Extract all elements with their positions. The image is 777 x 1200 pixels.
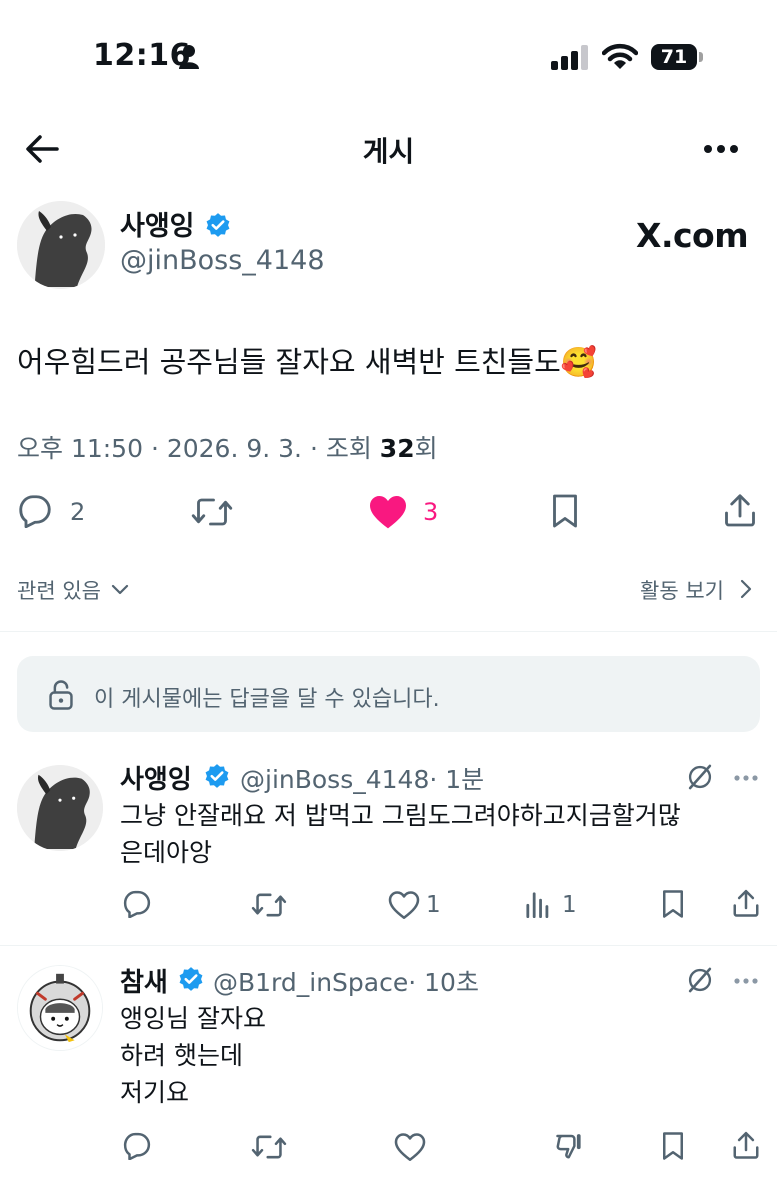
reply-avatar[interactable] xyxy=(17,965,103,1051)
lock-icon xyxy=(47,679,75,711)
reply-time: · 10초 xyxy=(408,968,479,997)
more-icon[interactable] xyxy=(703,143,739,155)
verified-icon xyxy=(204,212,232,240)
reply-text-line: 저기요 xyxy=(120,1078,190,1107)
post-timestamp: 오후 11:50 · 2026. 9. 3. · 조회 xyxy=(17,434,380,463)
reply-author-name[interactable]: 참새 xyxy=(120,962,168,999)
heart-icon[interactable] xyxy=(368,494,408,530)
reply-text: 그냥 안잘래요 저 밥먹고 그림도그려야하고지금할거많 은데아앙 xyxy=(120,797,681,871)
reply-text-line: 그냥 안잘래요 저 밥먹고 그림도그려야하고지금할거많 xyxy=(120,801,681,830)
x-com-logo: X.com xyxy=(636,216,749,255)
retweet-icon[interactable] xyxy=(251,891,287,919)
divider xyxy=(0,631,777,632)
view-count: 32 xyxy=(379,434,415,463)
more-icon[interactable] xyxy=(733,977,759,985)
more-icon[interactable] xyxy=(733,774,759,782)
reply-author-name[interactable]: 사앵잉 xyxy=(120,759,192,796)
reply-icon[interactable] xyxy=(122,1132,152,1160)
author-handle[interactable]: @jinBoss_4148 xyxy=(120,245,325,276)
like-count: 1 xyxy=(426,892,441,918)
reply-restriction-text: 이 게시물에는 답글을 달 수 있습니다. xyxy=(94,687,440,712)
post-meta: 오후 11:50 · 2026. 9. 3. · 조회 32회 xyxy=(17,429,438,465)
related-label: 관련 있음 xyxy=(17,579,101,603)
reply-text-line: 하려 햇는데 xyxy=(120,1041,243,1070)
reply-handle: @jinBoss_4148 xyxy=(240,765,430,794)
view-activity[interactable]: 활동 보기 xyxy=(640,575,724,605)
reply-count: 2 xyxy=(70,498,86,526)
battery-tip xyxy=(699,52,703,62)
heart-icon[interactable] xyxy=(394,1133,426,1161)
reply-time: · 1분 xyxy=(429,765,485,794)
reply-icon[interactable] xyxy=(122,890,152,918)
reply-avatar[interactable] xyxy=(17,765,103,851)
dislike-icon[interactable] xyxy=(555,1131,585,1161)
divider xyxy=(0,945,777,946)
like-count: 3 xyxy=(423,498,439,526)
signal-icon xyxy=(551,44,591,70)
view-suffix: 회 xyxy=(414,434,438,463)
share-icon[interactable] xyxy=(722,492,758,528)
share-icon[interactable] xyxy=(731,888,761,918)
reply-text: 앵잉님 잘자요 하려 햇는데 저기요 xyxy=(120,1000,266,1111)
reply-text-line: 은데아앙 xyxy=(120,838,213,867)
page-title: 게시 xyxy=(362,135,415,168)
activity-label: 활동 보기 xyxy=(640,579,724,603)
grok-icon[interactable] xyxy=(686,763,714,791)
bookmark-icon[interactable] xyxy=(660,889,686,919)
post-text: 어우힘드러 공주님들 잘자요 새벽반 트친들도🥰 xyxy=(17,345,597,379)
chevron-down-icon[interactable] xyxy=(111,584,129,596)
status-time: 12:16 xyxy=(93,38,191,73)
verified-icon xyxy=(177,966,205,994)
author-name[interactable]: 사앵잉 xyxy=(120,204,195,243)
views-icon[interactable] xyxy=(525,890,551,918)
heart-icon[interactable] xyxy=(388,891,420,919)
reply-author-handle[interactable]: @B1rd_inSpace· 10초 xyxy=(213,963,479,999)
person-icon xyxy=(178,44,200,70)
author-avatar[interactable] xyxy=(17,201,105,289)
reply-text-line: 앵잉님 잘자요 xyxy=(120,1004,266,1033)
battery-icon: 71 xyxy=(651,44,697,70)
bookmark-icon[interactable] xyxy=(660,1131,686,1161)
verified-icon xyxy=(203,763,231,791)
retweet-icon[interactable] xyxy=(191,495,233,529)
bookmark-icon[interactable] xyxy=(550,493,580,529)
retweet-icon[interactable] xyxy=(251,1133,287,1161)
reply-handle: @B1rd_inSpace xyxy=(213,968,409,997)
share-icon[interactable] xyxy=(731,1130,761,1160)
reply-icon[interactable] xyxy=(17,494,53,528)
view-count: 1 xyxy=(562,892,577,918)
wifi-icon xyxy=(602,43,638,71)
grok-icon[interactable] xyxy=(686,966,714,994)
reply-author-handle[interactable]: @jinBoss_4148· 1분 xyxy=(240,760,484,796)
related-sort[interactable]: 관련 있음 xyxy=(17,575,101,605)
chevron-right-icon[interactable] xyxy=(740,579,752,599)
